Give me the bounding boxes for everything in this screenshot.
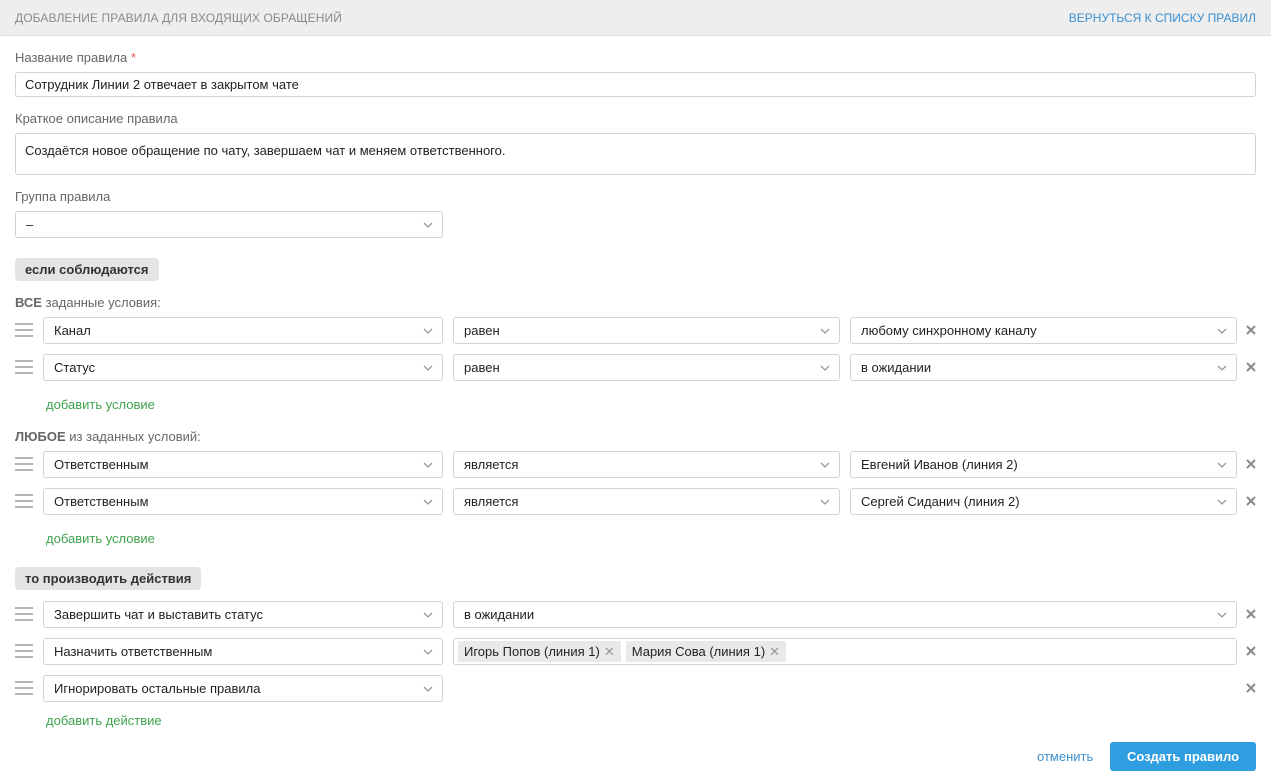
rule-name-value: Сотрудник Линии 2 отвечает в закрытом ча… — [25, 77, 299, 92]
rule-name-label: Название правила * — [15, 50, 136, 65]
condition-operator-select[interactable]: является — [453, 488, 840, 515]
condition-field-value: Статус — [54, 360, 96, 375]
chevron-down-icon — [423, 648, 433, 656]
add-condition-any-link[interactable]: добавить условие — [46, 531, 155, 546]
condition-operator-value: равен — [464, 360, 500, 375]
condition-operator-value: является — [464, 494, 519, 509]
close-icon[interactable] — [1244, 457, 1258, 471]
drag-handle-icon[interactable] — [15, 607, 33, 621]
rule-group-value: – — [26, 217, 34, 232]
condition-field-value: Ответственным — [54, 494, 149, 509]
action-type-select[interactable]: Назначить ответственным — [43, 638, 443, 665]
assignee-tags-input[interactable]: Игорь Попов (линия 1) ✕ Мария Сова (лини… — [453, 638, 1237, 665]
close-icon[interactable] — [1244, 323, 1258, 337]
rule-name-input[interactable]: Сотрудник Линии 2 отвечает в закрытом ча… — [15, 72, 1256, 97]
chevron-down-icon — [820, 498, 830, 506]
page-title: Добавление правила для входящих обращени… — [15, 11, 342, 25]
close-icon[interactable] — [1244, 360, 1258, 374]
condition-value-value: в ожидании — [861, 360, 932, 375]
condition-operator-select[interactable]: равен — [453, 354, 840, 381]
drag-handle-icon[interactable] — [15, 360, 33, 374]
condition-operator-select[interactable]: является — [453, 451, 840, 478]
rule-name-label-text: Название правила — [15, 50, 128, 65]
add-action-link[interactable]: добавить действие — [46, 713, 162, 728]
action-type-select[interactable]: Завершить чат и выставить статус — [43, 601, 443, 628]
action-type-value: Назначить ответственным — [54, 644, 213, 659]
condition-value-value: любому синхронному каналу — [861, 323, 1037, 338]
close-icon[interactable] — [1244, 494, 1258, 508]
drag-handle-icon[interactable] — [15, 323, 33, 337]
condition-value-select[interactable]: Сергей Сиданич (линия 2) — [850, 488, 1237, 515]
remove-tag-icon[interactable]: ✕ — [604, 644, 615, 660]
assignee-tag: Мария Сова (линия 1) ✕ — [625, 641, 787, 662]
assignee-tag-label: Мария Сова (линия 1) — [631, 644, 766, 659]
drag-handle-icon[interactable] — [15, 644, 33, 658]
condition-operator-value: является — [464, 457, 519, 472]
condition-operator-value: равен — [464, 323, 500, 338]
chevron-down-icon — [423, 327, 433, 335]
remove-tag-icon[interactable]: ✕ — [769, 644, 780, 660]
action-status-value: в ожидании — [464, 607, 535, 622]
any-conditions-strong: ЛЮБОЕ — [15, 429, 66, 444]
condition-value-select[interactable]: в ожидании — [850, 354, 1237, 381]
add-condition-all-link[interactable]: добавить условие — [46, 397, 155, 412]
chevron-down-icon — [423, 611, 433, 619]
action-status-select[interactable]: в ожидании — [453, 601, 1237, 628]
actions-section-pill: то производить действия — [15, 567, 202, 590]
chevron-down-icon — [820, 364, 830, 372]
conditions-section-pill: если соблюдаются — [15, 258, 159, 281]
assignee-tag-label: Игорь Попов (линия 1) — [464, 644, 600, 659]
condition-field-select[interactable]: Статус — [43, 354, 443, 381]
chevron-down-icon — [1217, 461, 1227, 469]
chevron-down-icon — [1217, 364, 1227, 372]
chevron-down-icon — [1217, 498, 1227, 506]
chevron-down-icon — [423, 364, 433, 372]
condition-field-value: Канал — [54, 323, 91, 338]
condition-field-select[interactable]: Ответственным — [43, 488, 443, 515]
chevron-down-icon — [423, 685, 433, 693]
all-conditions-strong: ВСЕ — [15, 295, 42, 310]
cancel-link[interactable]: отменить — [1037, 749, 1093, 764]
chevron-down-icon — [423, 498, 433, 506]
back-to-rules-link[interactable]: Вернуться к списку правил — [1069, 11, 1256, 25]
any-conditions-label: ЛЮБОЕ из заданных условий: — [15, 429, 201, 444]
close-icon[interactable] — [1244, 644, 1258, 658]
rule-group-select[interactable]: – — [15, 211, 443, 238]
close-icon[interactable] — [1244, 681, 1258, 695]
condition-field-select[interactable]: Канал — [43, 317, 443, 344]
chevron-down-icon — [820, 327, 830, 335]
chevron-down-icon — [423, 461, 433, 469]
rule-description-value: Создаётся новое обращение по чату, завер… — [25, 143, 506, 158]
rule-description-label: Краткое описание правила — [15, 111, 178, 126]
create-rule-button[interactable]: Создать правило — [1110, 742, 1256, 771]
drag-handle-icon[interactable] — [15, 494, 33, 508]
rule-description-textarea[interactable]: Создаётся новое обращение по чату, завер… — [15, 133, 1256, 175]
required-mark: * — [130, 50, 136, 65]
drag-handle-icon[interactable] — [15, 457, 33, 471]
page-header: Добавление правила для входящих обращени… — [0, 0, 1271, 36]
chevron-down-icon — [423, 221, 433, 229]
close-icon[interactable] — [1244, 607, 1258, 621]
chevron-down-icon — [1217, 327, 1227, 335]
action-type-value: Завершить чат и выставить статус — [54, 607, 263, 622]
all-conditions-rest: заданные условия: — [41, 295, 161, 310]
chevron-down-icon — [820, 461, 830, 469]
condition-value-select[interactable]: Евгений Иванов (линия 2) — [850, 451, 1237, 478]
action-type-select[interactable]: Игнорировать остальные правила — [43, 675, 443, 702]
any-conditions-rest: из заданных условий: — [65, 429, 201, 444]
condition-value-select[interactable]: любому синхронному каналу — [850, 317, 1237, 344]
condition-operator-select[interactable]: равен — [453, 317, 840, 344]
chevron-down-icon — [1217, 611, 1227, 619]
drag-handle-icon[interactable] — [15, 681, 33, 695]
assignee-tag: Игорь Попов (линия 1) ✕ — [458, 641, 621, 662]
condition-field-select[interactable]: Ответственным — [43, 451, 443, 478]
condition-field-value: Ответственным — [54, 457, 149, 472]
rule-group-label: Группа правила — [15, 189, 111, 204]
condition-value-value: Евгений Иванов (линия 2) — [861, 457, 1018, 472]
all-conditions-label: ВСЕ заданные условия: — [15, 295, 161, 310]
condition-value-value: Сергей Сиданич (линия 2) — [861, 494, 1020, 509]
action-type-value: Игнорировать остальные правила — [54, 681, 261, 696]
